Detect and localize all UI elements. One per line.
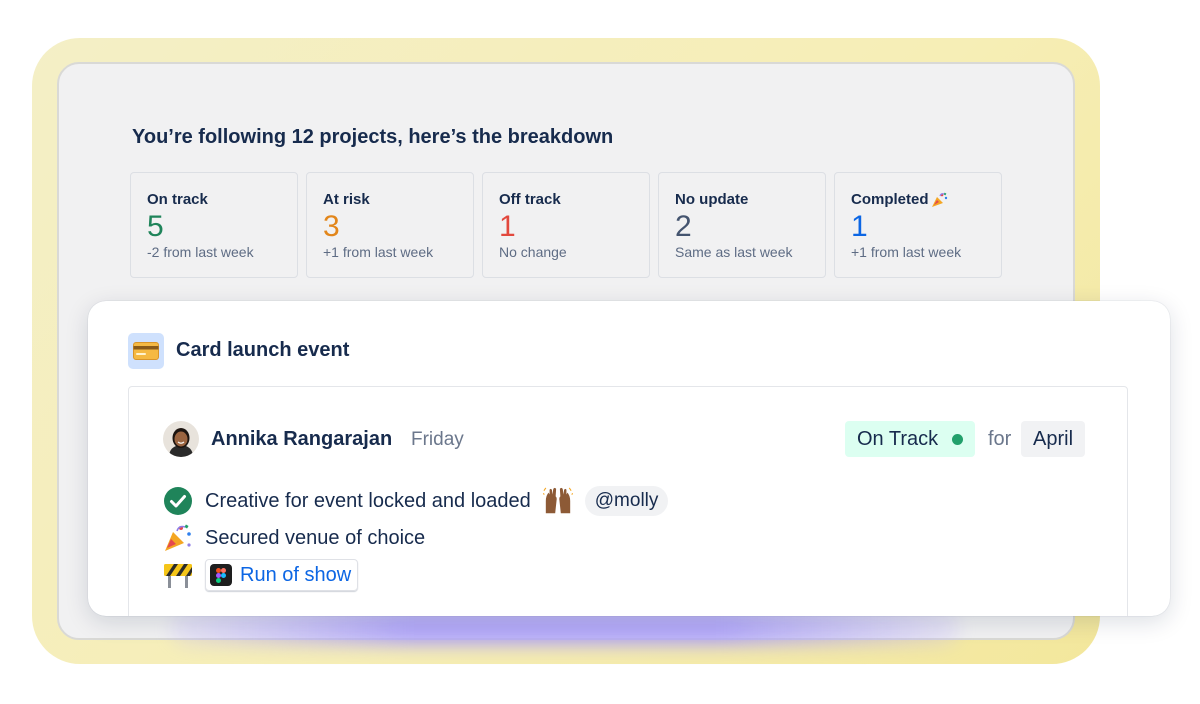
- construction-icon: [163, 560, 193, 590]
- status-label: On Track: [857, 427, 939, 450]
- status-update-panel: Annika Rangarajan Friday On Track for Ap…: [128, 386, 1128, 616]
- stat-note: No change: [499, 244, 567, 260]
- status-lozenge[interactable]: On Track: [845, 421, 976, 457]
- update-date: Friday: [411, 429, 464, 450]
- stat-value: 3: [323, 210, 340, 243]
- figma-icon: [210, 564, 232, 586]
- stat-value: 2: [675, 210, 692, 243]
- update-author[interactable]: Annika Rangarajan: [211, 428, 392, 451]
- party-popper-icon: [163, 523, 193, 553]
- stat-value: 1: [851, 210, 868, 243]
- stat-label: No update: [675, 191, 749, 208]
- for-label: for: [988, 428, 1012, 450]
- stat-note: Same as last week: [675, 244, 793, 260]
- run-of-show-link[interactable]: Run of show: [205, 559, 359, 591]
- stat-value: 5: [147, 210, 164, 243]
- mention-chip[interactable]: @molly: [584, 486, 669, 516]
- stat-note: -2 from last week: [147, 244, 254, 260]
- stat-label: Completed: [851, 191, 929, 208]
- stat-card-completed[interactable]: Completed 1 +1 from last week: [834, 172, 1002, 278]
- check-circle-icon: [163, 486, 193, 516]
- raising-hands-icon: [542, 486, 573, 516]
- stat-label-row: Completed: [851, 191, 985, 208]
- update-item: Run of show: [163, 559, 359, 591]
- stat-card-off-track[interactable]: Off track 1 No change: [482, 172, 650, 278]
- party-popper-icon: [931, 192, 947, 207]
- update-item-text: Secured venue of choice: [205, 526, 426, 549]
- update-item: Secured venue of choice: [163, 523, 425, 553]
- target-period-lozenge[interactable]: April: [1021, 421, 1086, 457]
- stat-label: At risk: [323, 191, 370, 208]
- stat-card-on-track[interactable]: On track 5 -2 from last week: [130, 172, 298, 278]
- breakdown-headline: You’re following 12 projects, here’s the…: [132, 126, 614, 148]
- link-text: Run of show: [240, 563, 352, 586]
- stat-card-no-update[interactable]: No update 2 Same as last week: [658, 172, 826, 278]
- update-item: Creative for event locked and loaded @mo…: [163, 486, 669, 516]
- project-update-card: Card launch event Annika Rangarajan Frid…: [88, 301, 1170, 616]
- credit-card-icon: [128, 333, 164, 369]
- stat-value: 1: [499, 210, 516, 243]
- project-title[interactable]: Card launch event: [176, 339, 349, 362]
- stat-note: +1 from last week: [851, 244, 962, 260]
- stat-label: Off track: [499, 191, 561, 208]
- target-period-label: April: [1033, 427, 1074, 450]
- stat-card-at-risk[interactable]: At risk 3 +1 from last week: [306, 172, 474, 278]
- screenshot-stage: You’re following 12 projects, here’s the…: [0, 0, 1200, 704]
- stat-note: +1 from last week: [323, 244, 434, 260]
- update-item-text: Creative for event locked and loaded: [205, 489, 531, 512]
- status-breakdown-row: On track 5 -2 from last week At risk 3 +…: [130, 172, 1002, 278]
- status-dot-icon: [952, 433, 964, 445]
- stat-label: On track: [147, 191, 208, 208]
- avatar[interactable]: [163, 421, 199, 457]
